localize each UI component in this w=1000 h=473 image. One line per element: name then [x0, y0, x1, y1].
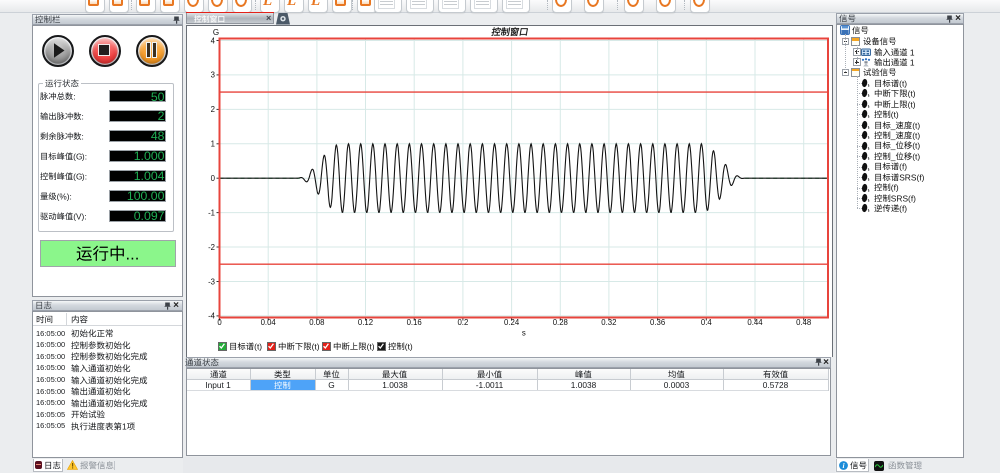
svg-text:): ) — [904, 78, 907, 88]
svg-text:S: S — [899, 172, 905, 182]
svg-text:(: ( — [908, 193, 911, 203]
svg-text:(: ( — [907, 88, 910, 98]
svg-text:-3: -3 — [208, 277, 215, 286]
svg-text:0.36: 0.36 — [650, 318, 665, 327]
svg-text:(: ( — [890, 109, 893, 119]
svg-text:(: ( — [405, 342, 408, 352]
svg-text:0.12: 0.12 — [358, 318, 373, 327]
svg-text:): ) — [82, 211, 85, 221]
svg-text:): ) — [904, 204, 907, 214]
svg-text::: : — [73, 91, 75, 101]
svg-text:(: ( — [912, 120, 915, 130]
svg-text:0.48: 0.48 — [796, 318, 811, 327]
svg-text::: : — [85, 171, 87, 181]
svg-text:): ) — [912, 99, 915, 109]
svg-text:(: ( — [916, 172, 919, 182]
svg-text::: : — [81, 131, 83, 141]
svg-text:.: . — [130, 246, 135, 264]
svg-text:(: ( — [73, 151, 76, 161]
svg-text:G: G — [76, 171, 82, 181]
svg-text:0: 0 — [211, 174, 216, 183]
svg-text:(: ( — [899, 78, 902, 88]
svg-text:-2: -2 — [208, 243, 215, 252]
svg-text:1: 1 — [910, 47, 915, 57]
svg-text::: : — [69, 191, 71, 201]
svg-text:): ) — [896, 109, 899, 119]
svg-text:_: _ — [889, 151, 895, 161]
svg-text:_: _ — [889, 130, 895, 140]
svg-text:2: 2 — [211, 105, 215, 114]
svg-text:0.28: 0.28 — [553, 318, 568, 327]
svg-text:S: S — [902, 193, 908, 203]
svg-text:G: G — [213, 28, 219, 37]
svg-text:): ) — [82, 171, 85, 181]
svg-text::: : — [81, 111, 83, 121]
svg-text:): ) — [372, 342, 375, 352]
svg-text:(: ( — [73, 211, 76, 221]
svg-text:-4: -4 — [208, 312, 216, 321]
svg-text:): ) — [921, 172, 924, 182]
svg-text:): ) — [913, 193, 916, 203]
svg-text::: : — [85, 151, 87, 161]
svg-text:): ) — [917, 151, 920, 161]
svg-text:0.16: 0.16 — [407, 318, 422, 327]
svg-text:4: 4 — [211, 36, 216, 45]
svg-text:0.24: 0.24 — [504, 318, 520, 327]
svg-text:(: ( — [254, 342, 257, 352]
svg-text:): ) — [917, 141, 920, 151]
svg-text:(: ( — [899, 162, 902, 172]
svg-text:R: R — [896, 193, 902, 203]
svg-text:V: V — [76, 211, 82, 221]
svg-text:_: _ — [889, 141, 895, 151]
svg-text:1: 1 — [122, 421, 127, 431]
svg-text:): ) — [912, 88, 915, 98]
svg-text:): ) — [259, 342, 262, 352]
svg-text:1: 1 — [211, 140, 215, 149]
svg-text:(: ( — [912, 130, 915, 140]
svg-text:3: 3 — [211, 71, 215, 80]
svg-text:): ) — [896, 183, 899, 193]
svg-text:(: ( — [312, 342, 315, 352]
svg-text:): ) — [917, 130, 920, 140]
svg-text:(: ( — [367, 342, 370, 352]
svg-text:(: ( — [899, 204, 902, 214]
svg-text:%: % — [59, 191, 67, 201]
svg-text:(: ( — [907, 99, 910, 109]
svg-text:): ) — [917, 120, 920, 130]
svg-text:0.44: 0.44 — [747, 318, 763, 327]
svg-text:(: ( — [912, 151, 915, 161]
svg-text:.: . — [135, 246, 140, 264]
svg-text:(: ( — [57, 191, 60, 201]
svg-text:): ) — [904, 162, 907, 172]
svg-text:R: R — [904, 172, 910, 182]
svg-text:0.32: 0.32 — [601, 318, 616, 327]
svg-text:0.4: 0.4 — [701, 318, 713, 327]
svg-text:s: s — [522, 329, 526, 338]
svg-text:.: . — [126, 246, 131, 264]
svg-text:S: S — [890, 193, 896, 203]
svg-text:(: ( — [890, 183, 893, 193]
svg-text:0.04: 0.04 — [261, 318, 277, 327]
svg-text:(: ( — [912, 141, 915, 151]
svg-text:1: 1 — [910, 57, 915, 67]
svg-text:0.08: 0.08 — [309, 318, 324, 327]
svg-text:): ) — [82, 151, 85, 161]
svg-text:_: _ — [889, 120, 895, 130]
svg-text:0: 0 — [217, 318, 222, 327]
svg-text:): ) — [317, 342, 320, 352]
svg-text:-1: -1 — [208, 208, 215, 217]
svg-text:): ) — [410, 342, 413, 352]
svg-text:(: ( — [73, 171, 76, 181]
svg-text:): ) — [67, 191, 70, 201]
svg-text::: : — [84, 211, 86, 221]
svg-text:0.2: 0.2 — [457, 318, 468, 327]
svg-text:S: S — [911, 172, 917, 182]
svg-text:G: G — [76, 151, 82, 161]
